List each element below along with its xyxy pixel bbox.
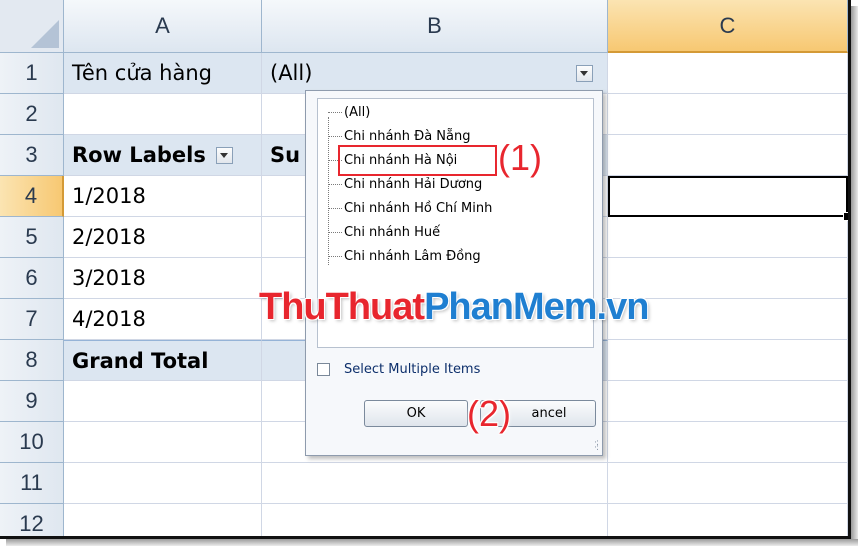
filter-item-da-nang[interactable]: Chi nhánh Đà Nẵng (328, 126, 470, 146)
cell-c8[interactable] (608, 340, 848, 381)
cell-a12[interactable] (64, 504, 262, 536)
cell-b1[interactable]: (All) (262, 53, 608, 94)
active-cell-border (608, 176, 848, 217)
window-shadow-bottom (6, 539, 858, 546)
row-label: 2/2018 (72, 225, 146, 249)
column-header-c[interactable]: C (608, 0, 848, 53)
cell-c9[interactable] (608, 381, 848, 422)
filter-item-ho-chi-minh[interactable]: Chi nhánh Hồ Chí Minh (328, 198, 492, 218)
row-header-1[interactable]: 1 (0, 53, 64, 94)
filter-item-hai-duong[interactable]: Chi nhánh Hải Dương (328, 174, 482, 194)
row-header-3[interactable]: 3 (0, 135, 64, 176)
column-header-b[interactable]: B (262, 0, 608, 53)
ok-button-label: OK (406, 406, 426, 421)
row-header-11[interactable]: 11 (0, 463, 64, 504)
window-shadow-right (851, 6, 858, 544)
row-label: 3/2018 (72, 266, 146, 290)
select-all-corner[interactable] (0, 0, 64, 53)
row-header-8[interactable]: 8 (0, 340, 64, 381)
select-multiple-label: Select Multiple Items (344, 362, 481, 377)
cell-a11[interactable] (64, 463, 262, 504)
cell-c11[interactable] (608, 463, 848, 504)
cancel-button-label: ancel (531, 406, 567, 421)
cell-a8[interactable]: Grand Total (64, 340, 262, 381)
spreadsheet-window: A B C 1 2 3 4 5 6 7 8 9 10 11 12 Tên cửa… (0, 0, 851, 539)
cell-c12[interactable] (608, 504, 848, 536)
cell-c10[interactable] (608, 422, 848, 463)
cell-a3[interactable]: Row Labels (64, 135, 262, 176)
filter-item-label: Chi nhánh Hải Dương (344, 176, 483, 192)
row-labels-filter-button[interactable] (215, 146, 233, 164)
select-all-triangle-icon (31, 20, 59, 48)
row-header-12[interactable]: 12 (0, 504, 64, 536)
cell-c3[interactable] (608, 135, 848, 176)
step-2-annotation: (2) (467, 393, 511, 434)
filter-item-label: Chi nhánh Đà Nẵng (344, 128, 471, 144)
cell-c5[interactable] (608, 217, 848, 258)
select-multiple-row[interactable]: Select Multiple Items (317, 362, 480, 377)
cell-b12[interactable] (262, 504, 608, 536)
filter-item-hue[interactable]: Chi nhánh Huế (328, 222, 440, 242)
filter-item-label: (All) (344, 104, 371, 120)
cell-a5[interactable]: 2/2018 (64, 217, 262, 258)
grand-total-label: Grand Total (72, 348, 209, 373)
row-labels-header: Row Labels (72, 143, 206, 167)
cell-c2[interactable] (608, 94, 848, 135)
cell-c1[interactable] (608, 53, 848, 94)
row-label: 4/2018 (72, 307, 146, 331)
report-filter-value: (All) (270, 61, 313, 85)
cell-a7[interactable]: 4/2018 (64, 299, 262, 340)
tree-branch (328, 207, 342, 209)
filter-item-label: Chi nhánh Lâm Đồng (344, 248, 481, 264)
tree-branch (328, 111, 342, 113)
watermark-part-1: ThuThuat (259, 286, 425, 328)
row-header-7[interactable]: 7 (0, 299, 64, 340)
tree-branch (328, 231, 342, 233)
cell-a6[interactable]: 3/2018 (64, 258, 262, 299)
row-header-10[interactable]: 10 (0, 422, 64, 463)
cell-a2[interactable] (64, 94, 262, 135)
tree-branch (328, 135, 342, 137)
row-header-6[interactable]: 6 (0, 258, 64, 299)
filter-item-label: Chi nhánh Huế (344, 224, 441, 240)
row-header-9[interactable]: 9 (0, 381, 64, 422)
step-1-annotation: (1) (498, 137, 542, 178)
cell-b11[interactable] (262, 463, 608, 504)
filter-dropdown-button[interactable] (576, 64, 593, 82)
row-header-5[interactable]: 5 (0, 217, 64, 258)
report-filter-label: Tên cửa hàng (72, 61, 212, 85)
filter-item-lam-dong[interactable]: Chi nhánh Lâm Đồng (328, 246, 481, 266)
selection-highlight-box (338, 145, 497, 176)
row-header-4[interactable]: 4 (0, 176, 64, 217)
cell-a9[interactable] (64, 381, 262, 422)
row-label: 1/2018 (72, 184, 146, 208)
watermark-logo: ThuThuatPhanMem.vn (259, 286, 650, 329)
ok-button[interactable]: OK (364, 400, 468, 427)
select-multiple-checkbox[interactable] (317, 363, 330, 376)
cell-a4[interactable]: 1/2018 (64, 176, 262, 217)
column-header-a[interactable]: A (64, 0, 262, 53)
tree-branch (328, 255, 342, 257)
cell-a10[interactable] (64, 422, 262, 463)
cell-a1[interactable]: Tên cửa hàng (64, 53, 262, 94)
resize-grip-icon[interactable]: ·: ·: (594, 439, 599, 453)
row-header-2[interactable]: 2 (0, 94, 64, 135)
fill-handle[interactable] (843, 212, 848, 221)
filter-item-all[interactable]: (All) (328, 102, 370, 122)
watermark-part-3: .vn (596, 286, 650, 328)
watermark-part-2: PhanMem (424, 286, 597, 328)
tree-branch (328, 183, 342, 185)
filter-item-label: Chi nhánh Hồ Chí Minh (344, 200, 493, 216)
values-header: Su (270, 143, 301, 167)
